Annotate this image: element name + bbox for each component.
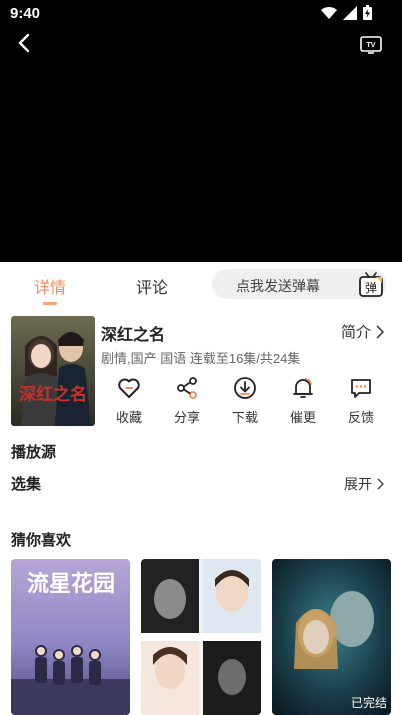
feedback-label: 反馈 (347, 410, 374, 425)
heart-icon (118, 378, 140, 398)
action-bar: 收藏 分享 下载 催更 反馈 (100, 376, 390, 426)
expand-label: 展开 (344, 476, 372, 492)
status-bar: 9:40 (0, 0, 402, 28)
bell-icon (293, 378, 313, 398)
urge-update-button[interactable]: 催更 (274, 376, 332, 426)
tv-cast-icon[interactable]: TV (360, 34, 382, 54)
wifi-icon (321, 6, 337, 19)
show-meta: 剧情,国产 国语 连载至16集/共24集 (101, 351, 301, 366)
video-player[interactable]: 9:40 TV (0, 0, 402, 262)
danmu-input[interactable]: 点我发送弹幕 弹 (212, 269, 386, 299)
show-title: 深红之名 (101, 327, 166, 344)
share-label: 分享 (173, 410, 200, 425)
feedback-icon (351, 379, 371, 398)
poster-title-text: 深红之名 (19, 384, 87, 405)
recommendation-card[interactable]: 流星花园 (11, 559, 131, 715)
completed-badge: 已完结 (350, 696, 387, 710)
active-tab-indicator (43, 302, 57, 305)
intro-label: 简介 (340, 324, 371, 341)
tab-comments[interactable]: 评论 (136, 274, 168, 298)
play-source-title: 播放源 (11, 444, 57, 461)
feedback-button[interactable]: 反馈 (332, 376, 390, 426)
rec-poster-title: 流星花园 (27, 571, 115, 597)
back-icon[interactable] (14, 32, 36, 54)
tab-details[interactable]: 详情 (34, 274, 66, 298)
danmu-placeholder: 点我发送弹幕 (236, 278, 320, 294)
chevron-right-icon (377, 478, 384, 490)
download-button[interactable]: 下载 (216, 376, 274, 426)
battery-icon (363, 5, 372, 20)
recommendation-card[interactable]: 已完结 (271, 559, 391, 715)
recommendations-title: 猜你喜欢 (11, 532, 72, 549)
danmu-send-label: 弹 (365, 281, 377, 295)
expand-episodes-link[interactable]: 展开 (344, 474, 384, 494)
status-icons (321, 5, 372, 20)
urge-update-label: 催更 (289, 410, 316, 425)
download-label: 下载 (231, 410, 258, 425)
share-icon (177, 377, 197, 399)
favorite-label: 收藏 (115, 410, 142, 425)
share-button[interactable]: 分享 (158, 376, 216, 426)
chevron-right-icon (376, 324, 384, 339)
favorite-button[interactable]: 收藏 (100, 376, 158, 426)
signal-icon (343, 5, 357, 20)
episodes-title: 选集 (11, 476, 42, 493)
status-time: 9:40 (10, 5, 41, 22)
svg-text:TV: TV (367, 42, 376, 49)
danmu-send-icon[interactable]: 弹 (359, 272, 383, 298)
intro-link[interactable]: 简介 (341, 321, 384, 342)
recommendations-row: 流星花园 已完结 (11, 559, 391, 715)
show-poster[interactable]: 深红之名 (11, 316, 95, 426)
download-icon (234, 377, 256, 399)
recommendation-card[interactable] (141, 559, 261, 715)
